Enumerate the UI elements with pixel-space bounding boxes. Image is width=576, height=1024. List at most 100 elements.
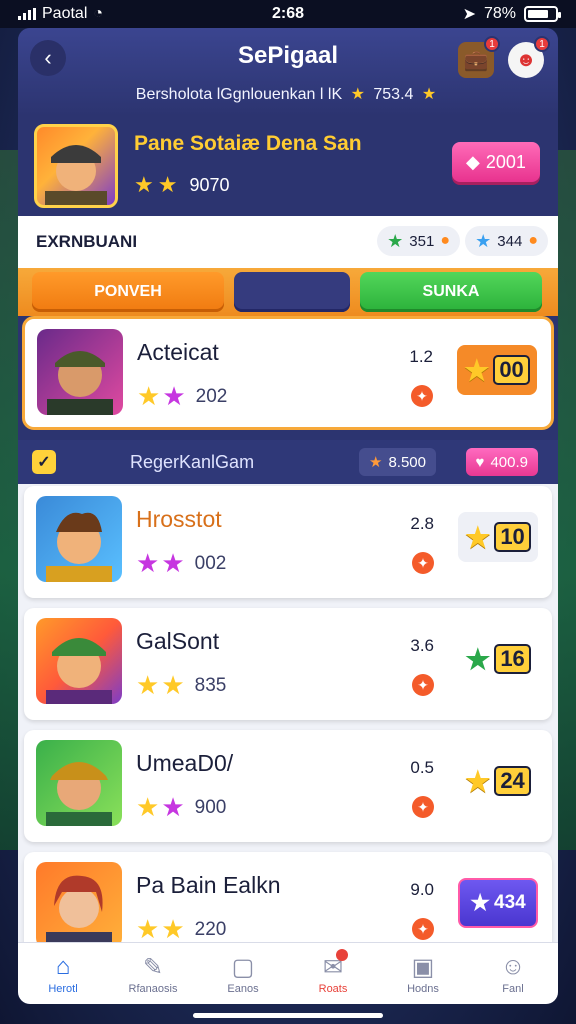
chat-icon: ✎	[142, 953, 164, 981]
character-portrait	[46, 875, 112, 942]
bag-icon: ▢	[231, 953, 255, 981]
star-icon: ★	[136, 792, 160, 822]
score-tile[interactable]: ★ 434	[458, 878, 538, 928]
star-icon: ★	[470, 890, 491, 915]
notification-badge: 1	[484, 36, 500, 52]
signal-icon	[18, 8, 36, 20]
carrier-label: Paotal	[42, 5, 88, 22]
player-profile: Pane Sotaiæ Dena San ★ ★ 9070 ◆ 2001	[18, 116, 558, 216]
player-avatar	[36, 862, 122, 942]
nav-profile[interactable]: ☺ Fanl	[468, 943, 558, 1004]
rating-stars: ★ ★ 202	[137, 381, 227, 412]
home-indicator[interactable]	[193, 1013, 383, 1018]
user-icon: ☺	[500, 952, 526, 980]
rating-value: 202	[195, 385, 228, 407]
metric-value: 0.5	[410, 758, 434, 777]
tab-ponveh[interactable]: PONVEH	[32, 272, 224, 312]
score-value: 00	[493, 355, 530, 385]
tab-middle[interactable]	[234, 272, 350, 312]
gamepad-icon: ▣	[411, 953, 435, 981]
list-item[interactable]: UmeaD0/ ★ ★ 900 0.5 ✦ ★ 24	[24, 730, 552, 842]
star-icon: ★	[157, 172, 178, 197]
clock: 2:68	[271, 5, 305, 22]
star-icon: ★	[134, 172, 154, 197]
section-header: ✓ RegerKanlGam ★ 8.500 ♥ 400.9	[18, 440, 558, 484]
star-counter[interactable]: ★ 8.500	[359, 448, 436, 476]
player-avatar	[36, 496, 122, 582]
home-icon: ⌂	[55, 952, 71, 980]
nav-friends[interactable]: ✎ Rfanaosis	[108, 943, 198, 1004]
player-name: Pane Sotaiæ Dena San	[134, 132, 362, 155]
rating-stars: ★ ★ 835	[136, 670, 226, 701]
gems-button[interactable]: ◆ 2001	[452, 142, 540, 182]
nav-home[interactable]: ⌂ Herotl	[18, 943, 108, 1004]
notification-badge	[336, 949, 348, 961]
target-icon: ✦	[412, 674, 434, 696]
player-name: Acteicat	[137, 339, 219, 365]
score-tile[interactable]: ★ 24	[458, 756, 538, 806]
list-item[interactable]: GalSont ★ ★ 835 3.6 ✦ ★ 16	[24, 608, 552, 720]
score-value: 16	[494, 644, 531, 674]
nav-hodns[interactable]: ▣ Hodns	[378, 943, 468, 1004]
page-subtitle: Bersholota lGgnlouenkan l lK ★ 753.4 ★	[135, 86, 437, 103]
avatar-icon: ☻	[515, 48, 537, 71]
score-tile[interactable]: ★ 16	[458, 634, 538, 684]
checkbox[interactable]: ✓	[32, 450, 56, 474]
list-item[interactable]: Pa Bain Ealkn ★ ★ 220 9.0 ✦ ★ 434	[24, 852, 552, 942]
score-tile[interactable]: ★ 10	[458, 512, 538, 562]
check-icon: ✓	[37, 454, 51, 471]
heart-icon: ♥	[475, 453, 485, 471]
green-star-icon: ★	[465, 643, 491, 675]
wifi-icon: ◔	[93, 5, 104, 22]
battery-percent: 78%	[483, 5, 516, 22]
star-icon: ★	[161, 792, 185, 822]
location-icon: ➤	[462, 6, 476, 23]
bottom-nav: ⌂ Herotl ✎ Rfanaosis ▢ Eanos ✉ Roats ▣ H…	[18, 942, 558, 1004]
green-star-counter[interactable]: ★ 351 ●	[377, 226, 460, 256]
star-icon: ★	[161, 914, 185, 942]
header: ‹ SePigaal Bersholota lGgnlouenkan l lK …	[18, 28, 558, 116]
filter-bar: EXRNBUANI ★ 351 ● ★ 344 ●	[18, 216, 558, 268]
coin-icon: ●	[440, 232, 450, 249]
player-avatar	[36, 618, 122, 704]
filter-label: EXRNBUANI	[36, 232, 138, 251]
subtitle-value: 753.4	[373, 86, 414, 103]
character-portrait	[47, 351, 113, 415]
player-name: UmeaD0/	[136, 750, 234, 776]
character-portrait	[46, 512, 112, 582]
rating-value: 220	[194, 918, 227, 940]
list-item[interactable]: Hrosstot ★ ★ 002 2.8 ✦ ★ 10	[24, 486, 552, 598]
section-title: RegerKanlGam	[130, 451, 255, 472]
score-value: 434	[494, 892, 526, 913]
star-icon: ★	[421, 86, 437, 103]
tab-sunka[interactable]: SUNKA	[360, 272, 542, 312]
chest-button[interactable]: 💼 1	[458, 36, 500, 78]
target-icon: ✦	[411, 385, 433, 407]
nav-roats[interactable]: ✉ Roats	[288, 943, 378, 1004]
player-stars: ★ ★ 9070	[134, 172, 230, 198]
nav-games[interactable]: ▢ Eanos	[198, 943, 288, 1004]
rating-value: 835	[194, 674, 227, 696]
character-portrait	[46, 762, 112, 826]
character-portrait	[45, 145, 107, 205]
star-icon: ★	[161, 548, 185, 578]
target-icon: ✦	[412, 796, 434, 818]
green-star-icon: ★	[387, 230, 404, 251]
star-icon: ★	[465, 765, 491, 797]
player-score: 9070	[189, 174, 230, 195]
star-icon: ★	[137, 381, 161, 411]
featured-player-row[interactable]: Acteicat ★ ★ 202 1.2 ✦ ★ 00	[22, 316, 554, 430]
player-name: GalSont	[136, 628, 220, 654]
player-avatar[interactable]	[34, 124, 118, 208]
notification-badge: 1	[534, 36, 550, 52]
score-tile[interactable]: ★ 00	[457, 345, 537, 395]
profile-avatar-button[interactable]: ☻ 1	[508, 36, 550, 78]
blue-star-counter[interactable]: ★ 344 ●	[465, 226, 548, 256]
star-icon: ★	[465, 521, 491, 553]
target-icon: ✦	[412, 918, 434, 940]
character-portrait	[46, 638, 112, 704]
star-icon: ★	[161, 670, 185, 700]
blue-star-icon: ★	[475, 230, 492, 251]
heart-counter[interactable]: ♥ 400.9	[465, 448, 538, 476]
star-icon: ★	[350, 86, 365, 103]
